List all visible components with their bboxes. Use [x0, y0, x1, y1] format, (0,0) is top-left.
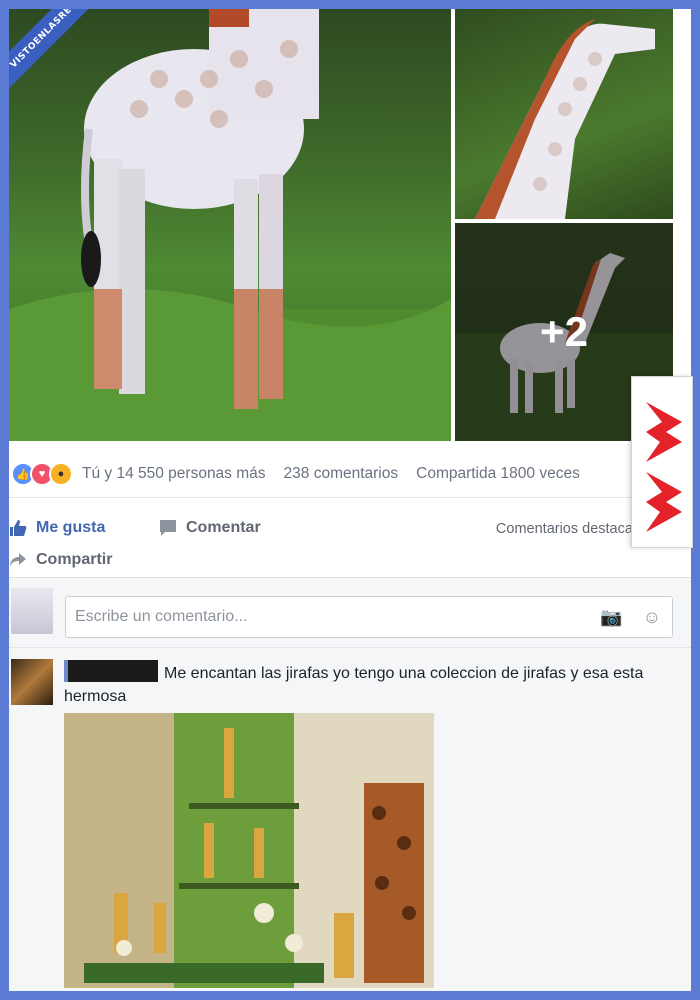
redacted-name [64, 660, 158, 682]
comment-label: Comentar [186, 519, 261, 536]
comment-input[interactable]: Escribe un comentario... 📷 ☺ [65, 596, 673, 638]
comment-icon [160, 520, 176, 536]
photo-grid: +2 [9, 9, 691, 441]
main-photo[interactable] [9, 9, 451, 441]
comments-section: Escribe un comentario... 📷 ☺ Me encantan… [9, 578, 691, 991]
comment-photo[interactable] [64, 713, 434, 988]
side-photo-neck[interactable] [455, 9, 673, 219]
post-screenshot: VISTOENLASREDES +2 👍 ♥ ● Tú y 14 550 per… [9, 9, 691, 991]
comment-input-placeholder: Escribe un comentario... [75, 608, 248, 625]
share-arrow-icon [10, 553, 26, 567]
reaction-icons[interactable]: 👍 ♥ ● [11, 462, 73, 486]
divider [9, 647, 691, 648]
reaction-summary[interactable]: Tú y 14 550 personas más [82, 465, 266, 483]
like-label: Me gusta [36, 519, 106, 536]
comment-button[interactable]: Comentar [159, 519, 261, 537]
camera-icon[interactable]: 📷 [600, 607, 622, 627]
comment-body: Me encantan las jirafas yo tengo una col… [64, 660, 664, 708]
emoji-icon[interactable]: ☺ [642, 607, 662, 627]
giraffe-neck-illustration [475, 19, 655, 219]
giraffe-illustration [9, 9, 451, 441]
red-arrows-icon [646, 402, 682, 532]
commenter-avatar[interactable] [11, 659, 53, 705]
floating-share-box[interactable] [631, 376, 693, 548]
share-button[interactable]: Compartir [9, 551, 112, 569]
reactions-bar: 👍 ♥ ● Tú y 14 550 personas más 238 comen… [9, 451, 691, 498]
wow-reaction-icon: ● [49, 462, 73, 486]
comment-input-icons: 📷 ☺ [600, 607, 662, 627]
featured-comments-dropdown[interactable]: Comentarios destacad [496, 521, 641, 537]
comment-count[interactable]: 238 comentarios [284, 465, 399, 483]
giraffe-collection-illustration [64, 713, 434, 988]
thumbs-up-icon [10, 520, 27, 536]
current-user-avatar[interactable] [11, 588, 53, 634]
like-button[interactable]: Me gusta [9, 519, 105, 537]
share-count[interactable]: Compartida 1800 veces [416, 465, 580, 483]
action-bar: Me gusta Comentar Compartir Comentarios … [9, 499, 691, 578]
share-label: Compartir [36, 551, 113, 568]
